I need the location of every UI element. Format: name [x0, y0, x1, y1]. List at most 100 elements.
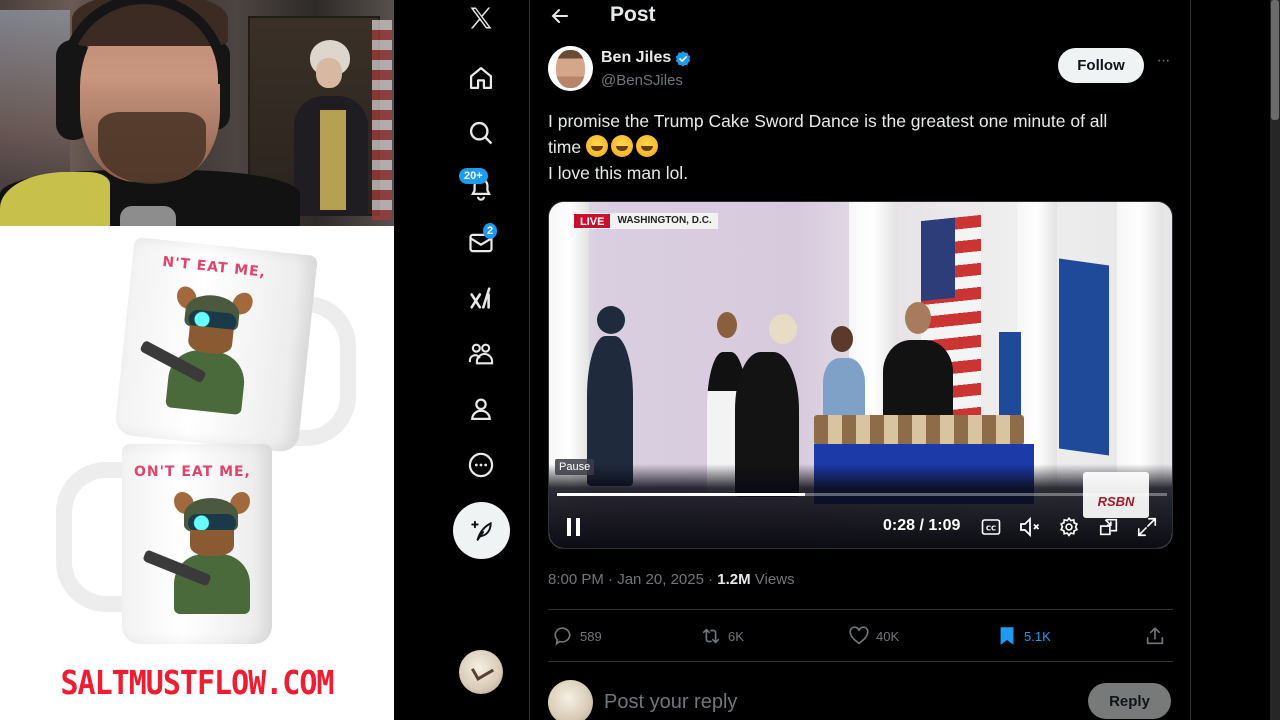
repost-action[interactable]: 6K — [700, 623, 744, 649]
pause-button[interactable] — [561, 514, 587, 540]
rofl-emoji-icon — [610, 135, 633, 157]
reply-count: 589 — [580, 628, 602, 644]
nav-profile[interactable] — [457, 385, 505, 433]
pause-icon — [567, 518, 580, 536]
location-label: WASHINGTON, D.C. — [611, 213, 718, 229]
right-sidebar-empty — [1192, 0, 1270, 720]
nav-communities[interactable] — [457, 330, 505, 378]
post-timestamp-views: 8:00 PM · Jan 20, 2025 · 1.2M Views — [548, 571, 795, 588]
stream-overlay: N'T EAT ME, ON'T EAT ME, SALTMUSTFLOW.CO… — [0, 0, 394, 720]
mug-slogan: ON'T EAT ME, — [134, 464, 251, 480]
divider — [548, 609, 1173, 610]
page-title: Post — [610, 3, 656, 26]
share-upload-icon — [1146, 627, 1164, 645]
post-text-line: I love this man lol. — [548, 163, 689, 183]
video-player[interactable]: LIVE WASHINGTON, D.C. RSBN Pause 0:28 / … — [548, 201, 1173, 549]
mute-button[interactable] — [1017, 514, 1043, 540]
views-count: 1.2M — [717, 571, 751, 588]
repost-icon — [702, 628, 720, 644]
account-avatar[interactable] — [459, 650, 503, 694]
messages-badge: 2 — [483, 223, 498, 239]
home-icon — [469, 66, 493, 90]
settings-button[interactable] — [1057, 514, 1081, 540]
divider — [548, 661, 1173, 662]
reply-bubble-icon — [554, 627, 571, 646]
post-header: Post — [530, 0, 1191, 34]
like-count: 40K — [876, 628, 900, 644]
post-timestamp[interactable]: 8:00 PM · Jan 20, 2025 · — [548, 571, 717, 588]
verified-badge-icon — [675, 51, 691, 67]
share-action[interactable] — [1144, 623, 1166, 649]
pip-icon — [1099, 518, 1118, 536]
microphone — [120, 206, 176, 226]
nav-home[interactable] — [457, 54, 505, 102]
closed-captions-icon: CC — [981, 519, 1001, 535]
volume-muted-icon — [1020, 516, 1040, 538]
page-scrollbar-thumb[interactable] — [1271, 0, 1279, 120]
nav-grok[interactable] — [457, 274, 505, 322]
post-text-line: I promise the Trump Cake Sword Dance is … — [548, 111, 1108, 131]
pause-tooltip: Pause — [555, 459, 595, 475]
bookmark-filled-icon — [1000, 627, 1014, 645]
post-more-options-button[interactable]: ··· — [1152, 52, 1174, 76]
reply-input[interactable] — [604, 688, 1064, 716]
dog-soldier-graphic — [139, 280, 260, 419]
author-name[interactable]: Ben Jiles — [601, 49, 671, 67]
reply-button[interactable]: Reply — [1088, 683, 1171, 719]
guest-tuxedo — [883, 340, 953, 420]
nav-explore[interactable] — [457, 109, 505, 157]
search-icon — [469, 121, 493, 145]
svg-text:CC: CC — [986, 525, 996, 533]
dog-soldier-graphic — [142, 488, 256, 618]
live-label: LIVE — [573, 213, 612, 229]
reply-avatar — [548, 680, 593, 720]
nav-notifications[interactable]: 20+ — [457, 164, 505, 212]
bookmark-count: 5.1K — [1024, 628, 1051, 644]
mug-top: N'T EAT ME, — [114, 236, 318, 454]
merch-mugs-image: N'T EAT ME, ON'T EAT ME, — [0, 226, 394, 656]
nav-x-logo[interactable] — [457, 0, 505, 42]
grok-icon — [470, 287, 491, 309]
bookmark-action[interactable]: 5.1K — [996, 623, 1051, 649]
nav-more[interactable] — [457, 441, 505, 489]
webcam-feed — [0, 0, 394, 226]
author-handle[interactable]: @BenSJiles — [601, 72, 683, 89]
webcam-flag — [372, 20, 392, 220]
presidential-flag — [1059, 258, 1109, 456]
rofl-emoji-icon — [585, 135, 608, 157]
fullscreen-button[interactable] — [1135, 514, 1159, 540]
video-time: 0:28 / 1:09 — [883, 517, 961, 534]
mug-bottom: ON'T EAT ME, — [122, 444, 272, 644]
notifications-badge: 20+ — [459, 168, 488, 184]
live-banner: LIVE WASHINGTON, D.C. — [573, 213, 718, 229]
post-text: I promise the Trump Cake Sword Dance is … — [548, 108, 1178, 186]
author-avatar[interactable] — [548, 46, 593, 91]
gear-icon — [1060, 516, 1078, 537]
more-circle-icon — [468, 452, 494, 478]
communities-icon — [468, 343, 494, 365]
back-arrow-icon[interactable] — [548, 4, 572, 28]
ad-url-text: SALTMUSTFLOW.COM — [60, 664, 335, 703]
like-action[interactable]: 40K — [848, 623, 899, 649]
picture-in-picture-button[interactable] — [1097, 514, 1121, 540]
mug-slogan: N'T EAT ME, — [161, 253, 267, 281]
x-logo-icon — [470, 7, 492, 29]
compose-post-button[interactable] — [453, 502, 510, 559]
video-progress-bar[interactable] — [557, 493, 1167, 496]
video-progress-fill — [557, 493, 805, 496]
guest-blue-dress — [823, 358, 865, 418]
reply-action[interactable]: 589 — [552, 623, 602, 649]
sidebar-nav: 20+ 2 — [394, 0, 530, 720]
rofl-emoji-icon — [635, 135, 658, 157]
post-text-line: time — [548, 134, 1178, 160]
fullscreen-expand-icon — [1137, 517, 1157, 537]
cake — [814, 415, 1024, 445]
captions-button[interactable]: CC — [979, 514, 1003, 540]
post-detail-column: Post Ben Jiles @BenSJiles Follow ··· I p… — [530, 0, 1191, 720]
feather-plus-icon — [470, 520, 492, 541]
nav-messages[interactable]: 2 — [457, 219, 505, 267]
views-label: Views — [750, 571, 795, 588]
heart-icon — [849, 626, 869, 645]
follow-button[interactable]: Follow — [1058, 48, 1144, 83]
profile-icon — [471, 398, 491, 421]
